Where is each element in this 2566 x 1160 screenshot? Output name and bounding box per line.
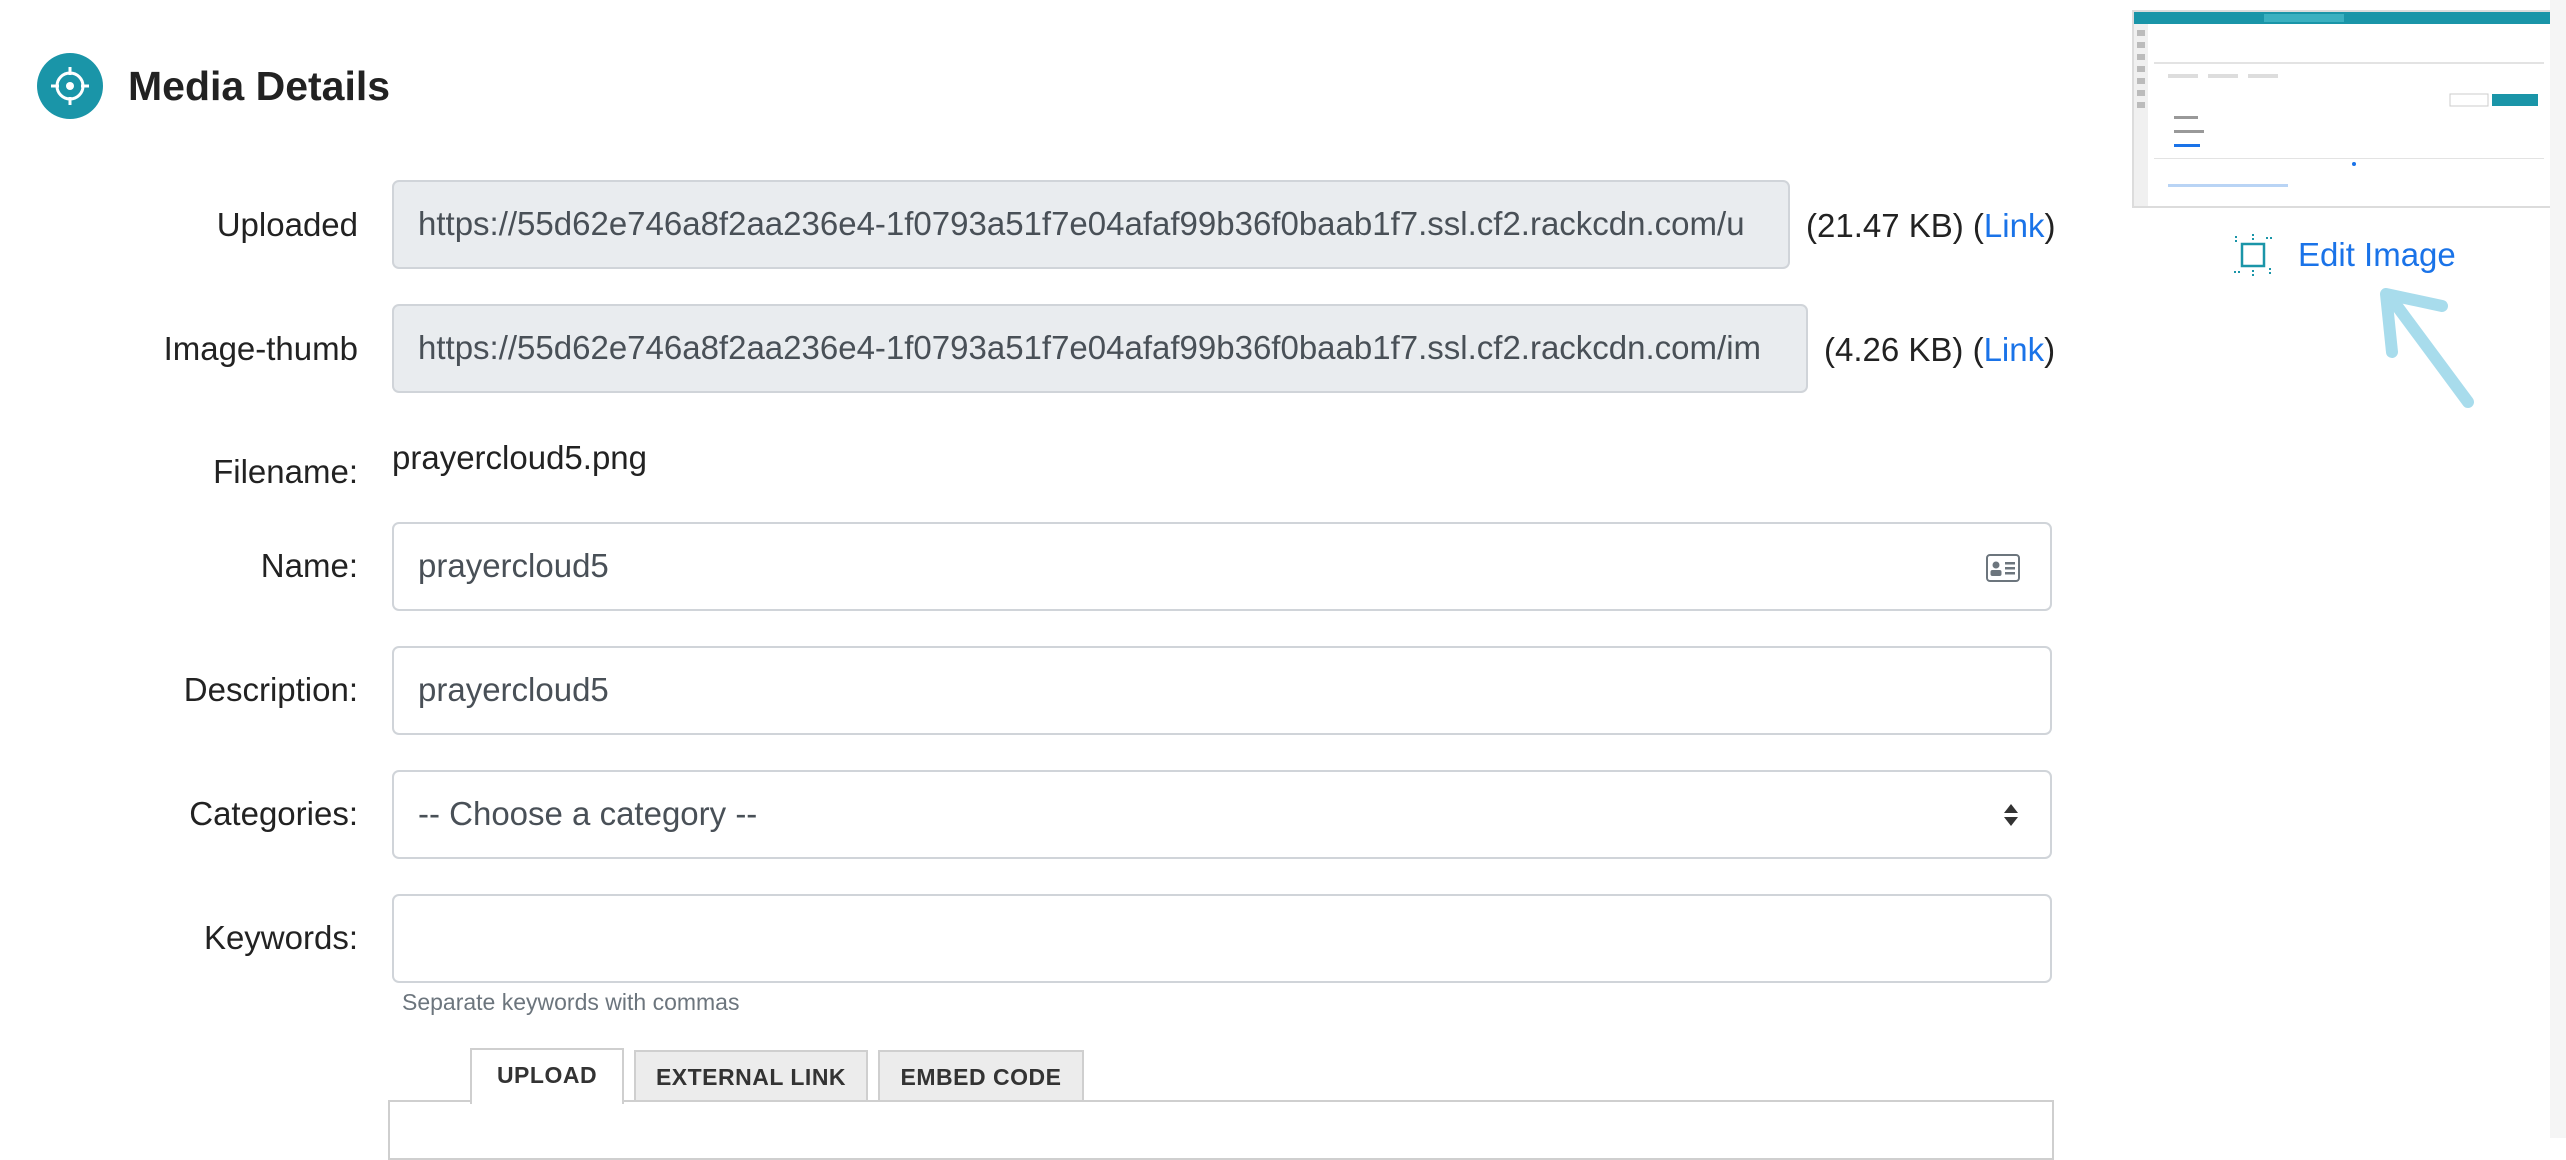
keywords-help: Separate keywords with commas	[402, 989, 740, 1015]
name-field[interactable]: prayercloud5	[392, 522, 2052, 611]
keywords-label: Keywords:	[203, 919, 358, 956]
tab-upload[interactable]: UPLOAD	[470, 1048, 624, 1104]
uploaded-size-info: (21.47 KB) (Link)	[1806, 207, 2056, 244]
arrow-up-left-icon	[2380, 288, 2474, 408]
tab-embed-code[interactable]: EMBED CODE	[878, 1050, 1084, 1102]
uploaded-label: Uploaded	[216, 206, 358, 243]
name-label: Name:	[260, 547, 358, 584]
edit-image-button[interactable]: Edit Image	[2230, 230, 2456, 280]
image-thumb-label: Image-thumb	[163, 330, 358, 367]
image-thumb-link[interactable]: Link	[1984, 331, 2045, 368]
description-label: Description:	[183, 671, 358, 708]
uploaded-url-field[interactable]: https://55d62e746a8f2aa236e4-1f0793a51f7…	[392, 180, 1790, 269]
categories-select[interactable]: -- Choose a category --	[392, 770, 2052, 859]
page-scrollbar[interactable]	[2550, 0, 2566, 1138]
tab-external-link[interactable]: EXTERNAL LINK	[634, 1050, 868, 1102]
categories-label: Categories:	[189, 795, 358, 832]
image-preview-thumbnail[interactable]	[2132, 10, 2556, 208]
image-thumb-size-info: (4.26 KB) (Link)	[1824, 331, 2056, 368]
tab-panel	[388, 1100, 2054, 1160]
categories-selected: -- Choose a category --	[418, 795, 758, 832]
uploaded-link[interactable]: Link	[1984, 207, 2045, 244]
contact-card-icon	[1986, 554, 2020, 582]
filename-value: prayercloud5.png	[392, 439, 648, 476]
uploaded-size: (21.47 KB)	[1806, 207, 1964, 244]
image-thumb-size: (4.26 KB)	[1824, 331, 1964, 368]
keywords-input[interactable]	[392, 894, 2052, 983]
edit-image-label: Edit Image	[2298, 236, 2456, 273]
description-field[interactable]: prayercloud5	[392, 646, 2052, 735]
filename-label: Filename:	[213, 453, 358, 490]
name-value: prayercloud5	[418, 547, 609, 584]
image-thumb-url-field[interactable]: https://55d62e746a8f2aa236e4-1f0793a51f7…	[392, 304, 1808, 393]
select-arrows-icon	[2004, 804, 2018, 826]
thumbnail-image	[2134, 12, 2554, 206]
page-title: Media Details	[128, 63, 391, 109]
crosshair-icon	[37, 53, 103, 119]
crop-icon	[2234, 234, 2272, 276]
